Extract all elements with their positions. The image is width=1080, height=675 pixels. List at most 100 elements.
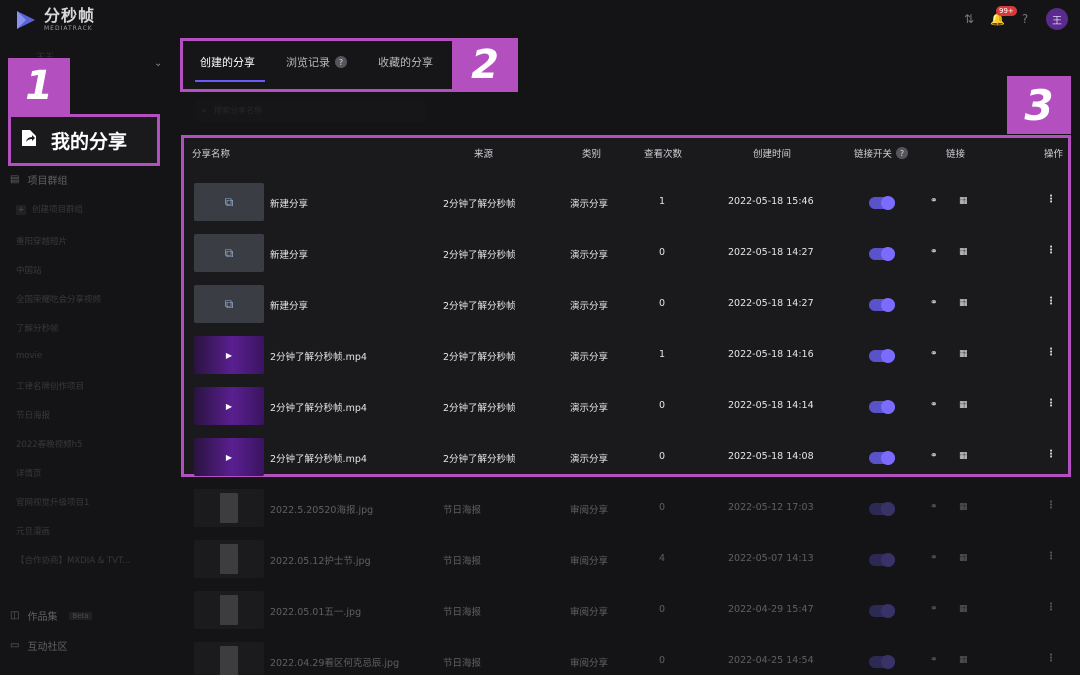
qrcode-icon[interactable]: ▦ xyxy=(959,400,968,410)
view-count: 0 xyxy=(659,451,666,462)
sidebar-project-item[interactable]: 官网视觉升级项目1 xyxy=(16,496,89,508)
share-name: 新建分享 xyxy=(270,250,309,261)
link-icon[interactable]: ⚭ xyxy=(930,451,938,461)
tab-browse-history[interactable]: 浏览记录? xyxy=(286,54,347,70)
sidebar-project-item[interactable]: movie xyxy=(16,351,42,361)
more-actions-icon[interactable]: ⋮ xyxy=(1046,551,1056,562)
qrcode-icon[interactable]: ▦ xyxy=(959,451,968,461)
sidebar-project-item[interactable]: 【合作协商】MXDIA & TVT... xyxy=(16,554,130,566)
sidebar-project-item[interactable]: 节日海报 xyxy=(16,409,50,421)
qrcode-icon[interactable]: ▦ xyxy=(959,604,968,614)
more-actions-icon[interactable]: ⋮ xyxy=(1046,245,1056,256)
notification-icon[interactable]: 🔔 99+ xyxy=(990,6,1017,26)
created-time: 2022-05-18 15:46 xyxy=(728,196,814,207)
share-thumbnail[interactable]: ⧉ xyxy=(194,183,264,221)
table-row[interactable]: ▶ 2分钟了解分秒帧.mp4 2分钟了解分秒帧 演示分享 1 2022-05-18 14:… xyxy=(184,330,1068,381)
link-toggle[interactable] xyxy=(869,604,895,618)
link-toggle[interactable] xyxy=(869,451,895,465)
sidebar-item-my-share[interactable]: 我的分享 xyxy=(8,114,160,166)
search-icon: ⌕ xyxy=(202,106,207,115)
more-actions-icon[interactable]: ⋮ xyxy=(1046,602,1056,613)
sidebar-project-item[interactable]: 了解分秒帧 xyxy=(16,322,59,334)
table-row[interactable]: 2022.05.12护士节.jpg 节日海报 审阅分享 4 2022-05-07 14:… xyxy=(184,534,1068,585)
video-thumbnail[interactable]: ▶ xyxy=(194,387,264,425)
sidebar-project-group[interactable]: ▤ 项目群组 xyxy=(10,172,67,187)
link-toggle[interactable] xyxy=(869,247,895,261)
sidebar-project-item[interactable]: 详情页 xyxy=(16,467,42,479)
more-actions-icon[interactable]: ⋮ xyxy=(1046,500,1056,511)
table-row[interactable]: ⧉ 新建分享 2分钟了解分秒帧 演示分享 1 2022-05-18 15:46 ⚭ ▦ ⋮ xyxy=(184,177,1068,228)
link-toggle[interactable] xyxy=(869,400,895,414)
share-name: 2022.05.12护士节.jpg xyxy=(270,556,371,567)
sidebar-item-portfolio[interactable]: ◫ 作品集 Beta xyxy=(10,608,92,623)
more-actions-icon[interactable]: ⋮ xyxy=(1046,347,1056,358)
link-icon[interactable]: ⚭ xyxy=(930,349,938,359)
help-icon[interactable]: ? xyxy=(335,56,347,68)
search-input[interactable]: ⌕ 搜索分享名称 xyxy=(196,100,426,122)
create-group-button[interactable]: + 创建项目群组 xyxy=(16,203,83,215)
chevron-down-icon[interactable]: ⌄ xyxy=(154,58,162,69)
sidebar-project-item[interactable]: 2022春晚视频h5 xyxy=(16,438,82,450)
link-icon[interactable]: ⚭ xyxy=(930,400,938,410)
more-actions-icon[interactable]: ⋮ xyxy=(1046,653,1056,664)
link-icon[interactable]: ⚭ xyxy=(930,196,938,206)
qrcode-icon[interactable]: ▦ xyxy=(959,196,968,206)
avatar[interactable]: 王 xyxy=(1046,8,1068,30)
tab-favorite-shares[interactable]: 收藏的分享 xyxy=(378,54,433,70)
link-icon[interactable]: ⚭ xyxy=(930,655,938,665)
image-thumbnail[interactable] xyxy=(194,489,264,527)
table-row[interactable]: 2022.04.29看区何克忌辰.jpg 节日海报 审阅分享 0 2022-04-25 … xyxy=(184,636,1068,675)
link-toggle[interactable] xyxy=(869,298,895,312)
share-type: 演示分享 xyxy=(570,199,609,210)
table-row[interactable]: ⧉ 新建分享 2分钟了解分秒帧 演示分享 0 2022-05-18 14:27 ⚭ ▦ ⋮ xyxy=(184,228,1068,279)
help-icon[interactable]: ? xyxy=(1018,12,1032,26)
link-toggle[interactable] xyxy=(869,196,895,210)
sidebar-project-item[interactable]: 元旦漫画 xyxy=(16,525,50,537)
video-thumbnail[interactable]: ▶ xyxy=(194,336,264,374)
qrcode-icon[interactable]: ▦ xyxy=(959,349,968,359)
table-row[interactable]: ⧉ 新建分享 2分钟了解分秒帧 演示分享 0 2022-05-18 14:27 ⚭ ▦ ⋮ xyxy=(184,279,1068,330)
sidebar-item-community[interactable]: ▭ 互动社区 xyxy=(10,638,67,653)
link-icon[interactable]: ⚭ xyxy=(930,247,938,257)
table-row[interactable]: 2022.05.01五一.jpg 节日海报 审阅分享 0 2022-04-29 15:4… xyxy=(184,585,1068,636)
table-row[interactable]: ▶ 2分钟了解分秒帧.mp4 2分钟了解分秒帧 演示分享 0 2022-05-18 14:… xyxy=(184,381,1068,432)
tab-created-shares[interactable]: 创建的分享 xyxy=(200,54,255,70)
sidebar-project-item[interactable]: 中国站 xyxy=(16,264,42,276)
table-row[interactable]: ▶ 2分钟了解分秒帧.mp4 2分钟了解分秒帧 演示分享 0 2022-05-18 14:… xyxy=(184,432,1068,483)
active-tab-indicator xyxy=(195,80,265,82)
created-time: 2022-05-18 14:16 xyxy=(728,349,814,360)
link-toggle[interactable] xyxy=(869,349,895,363)
image-thumbnail[interactable] xyxy=(194,591,264,629)
qrcode-icon[interactable]: ▦ xyxy=(959,655,968,665)
image-thumbnail[interactable] xyxy=(194,642,264,675)
qrcode-icon[interactable]: ▦ xyxy=(959,298,968,308)
help-icon[interactable]: ? xyxy=(896,147,909,159)
link-icon[interactable]: ⚭ xyxy=(930,553,938,563)
qrcode-icon[interactable]: ▦ xyxy=(959,553,968,563)
more-actions-icon[interactable]: ⋮ xyxy=(1046,398,1056,409)
sidebar-project-item[interactable]: 重阳穿越短片 xyxy=(16,235,67,247)
qrcode-icon[interactable]: ▦ xyxy=(959,502,968,512)
copy-icon: ⧉ xyxy=(224,245,234,260)
more-actions-icon[interactable]: ⋮ xyxy=(1046,296,1056,307)
share-thumbnail[interactable]: ⧉ xyxy=(194,285,264,323)
qrcode-icon[interactable]: ▦ xyxy=(959,247,968,257)
table-row[interactable]: 2022.5.20520海报.jpg 节日海报 审阅分享 0 2022-05-12 17… xyxy=(184,483,1068,534)
link-toggle[interactable] xyxy=(869,553,895,567)
tab-label: 收藏的分享 xyxy=(378,56,433,69)
created-time: 2022-05-18 14:27 xyxy=(728,298,814,309)
app-logo[interactable]: 分秒帧 MEDIATRACK xyxy=(14,8,95,32)
link-icon[interactable]: ⚭ xyxy=(930,604,938,614)
more-actions-icon[interactable]: ⋮ xyxy=(1046,449,1056,460)
sidebar-project-item[interactable]: 工律名牌创作项目 xyxy=(16,380,84,392)
more-actions-icon[interactable]: ⋮ xyxy=(1046,194,1056,205)
image-thumbnail[interactable] xyxy=(194,540,264,578)
video-thumbnail[interactable]: ▶ xyxy=(194,438,264,476)
link-icon[interactable]: ⚭ xyxy=(930,298,938,308)
sidebar-project-item[interactable]: 全国荣耀吃会分享视频 xyxy=(16,293,101,305)
link-toggle[interactable] xyxy=(869,502,895,516)
share-thumbnail[interactable]: ⧉ xyxy=(194,234,264,272)
link-toggle[interactable] xyxy=(869,655,895,669)
link-icon[interactable]: ⚭ xyxy=(930,502,938,512)
transfer-icon[interactable]: ⇅ xyxy=(962,12,976,26)
